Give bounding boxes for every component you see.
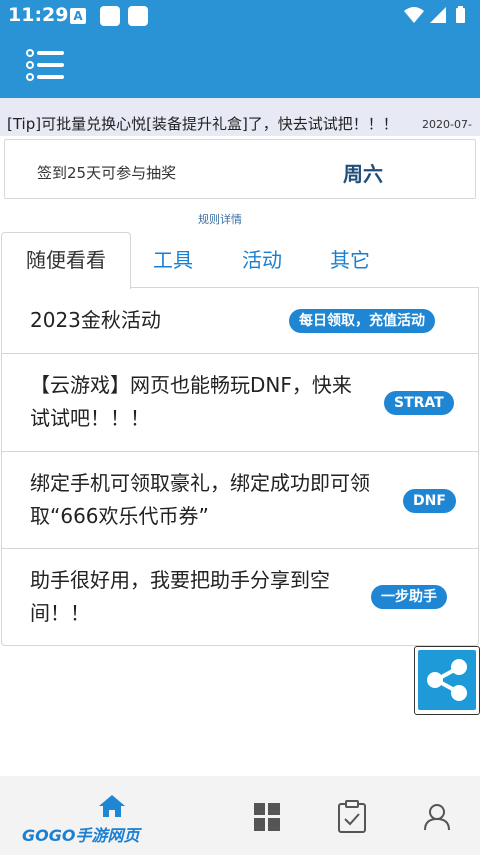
wifi-icon [404,7,424,23]
notification-square-icon [100,6,120,26]
list-item[interactable]: 【云游戏】网页也能畅玩DNF，快来 试试吧！！！ STRAT [2,354,478,452]
menu-button[interactable] [26,46,66,84]
tab-events[interactable]: 活动 [242,244,282,273]
notification-a-icon: A [70,8,86,24]
list-item-title-cont: 间！！ [30,601,90,625]
activity-list: 2023金秋活动 每日领取，充值活动 【云游戏】网页也能畅玩DNF，快来 试试吧… [1,287,479,646]
signin-text: 签到25天可参与抽奖 [37,164,177,182]
notice-text: [Tip]可批量兑换心悦[装备提升礼盒]了，快去试试把！！！ [7,115,398,133]
notice-marquee[interactable]: [Tip]可批量兑换心悦[装备提升礼盒]了，快去试试把！！！ 2020-07- [0,98,480,136]
nav-apps[interactable] [254,803,280,835]
battery-icon [456,6,465,23]
nav-profile[interactable] [424,803,450,835]
list-item-badge: DNF [403,489,456,513]
status-time: 11:29 [8,4,69,26]
share-button[interactable] [414,646,480,715]
status-icons [402,5,472,31]
list-item-badge: 一步助手 [371,585,447,609]
tab-other[interactable]: 其它 [330,244,370,273]
tab-tools[interactable]: 工具 [153,244,193,273]
share-icon [427,659,467,701]
list-item-title-cont: 试试吧！！！ [30,406,150,430]
list-item-title: 助手很好用，我要把助手分享到空 [30,568,330,592]
menu-icon [26,49,64,81]
list-item-title-cont: 取“666欢乐代币券” [30,504,209,528]
list-item-badge: 每日领取，充值活动 [289,309,435,333]
nav-home[interactable] [97,793,127,823]
notice-date: 2020-07- [422,118,472,131]
signin-card[interactable]: 签到25天可参与抽奖 周六 [4,139,476,199]
nav-tasks[interactable] [337,800,367,838]
signin-day: 周六 [343,162,383,186]
status-bar: 11:29 A [0,0,480,32]
list-item-badge: STRAT [384,391,454,415]
list-item-title: 2023金秋活动 [30,308,161,332]
grid-icon [254,803,280,831]
list-item[interactable]: 2023金秋活动 每日领取，充值活动 [2,288,478,354]
signal-icon [430,7,446,23]
home-icon [99,795,125,817]
tab-browse[interactable]: 随便看看 [1,232,131,289]
app-bar [0,32,480,98]
person-icon [424,804,450,831]
clipboard-check-icon [338,800,366,833]
rules-link[interactable]: 规则详情 [198,211,242,227]
list-item-title: 【云游戏】网页也能畅玩DNF，快来 [30,373,352,397]
notification-square-icon [128,6,148,26]
list-item[interactable]: 绑定手机可领取豪礼，绑定成功即可领 取“666欢乐代币券” DNF [2,452,478,549]
list-item-title: 绑定手机可领取豪礼，绑定成功即可领 [30,471,370,495]
list-item[interactable]: 助手很好用，我要把助手分享到空 间！！ 一步助手 [2,549,478,644]
share-button-bg [418,650,476,710]
bottom-nav: GOGO手游网页 [0,776,480,855]
watermark-logo: GOGO手游网页 [22,826,140,845]
